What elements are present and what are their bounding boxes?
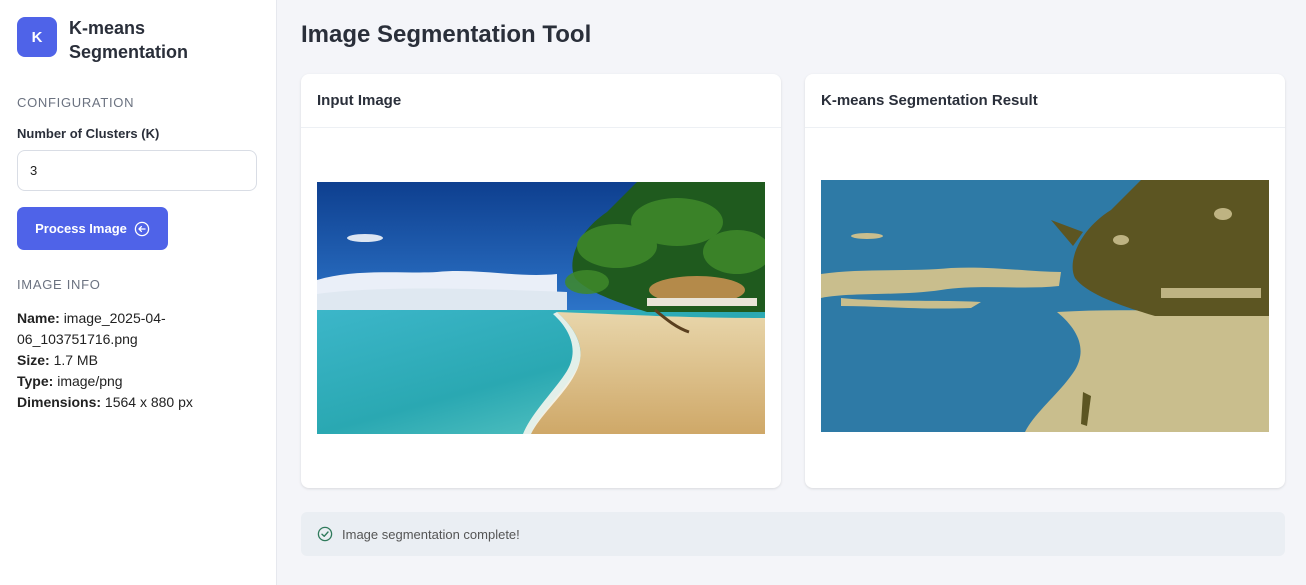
segmentation-result-card: K-means Segmentation Result (805, 74, 1285, 488)
input-image (317, 182, 765, 434)
clusters-input[interactable] (17, 150, 257, 191)
info-dimensions-label: Dimensions: (17, 394, 102, 410)
info-dimensions-row: Dimensions: 1564 x 880 px (17, 392, 257, 413)
status-message: Image segmentation complete! (301, 512, 1285, 556)
info-dimensions-value: 1564 x 880 px (104, 394, 193, 410)
check-circle-icon (317, 526, 333, 542)
arrow-left-circle-icon (134, 221, 150, 236)
info-size-label: Size: (17, 352, 50, 368)
brand-title: K-means Segmentation (69, 18, 189, 62)
image-info-heading: IMAGE INFO (17, 277, 101, 292)
process-button-label: Process Image (35, 221, 127, 236)
info-type-value: image/png (57, 373, 123, 389)
result-card-header: K-means Segmentation Result (805, 74, 1285, 128)
clusters-label: Number of Clusters (K) (17, 126, 160, 141)
info-name-row: Name: image_2025-04-06_103751716.png (17, 308, 257, 350)
input-card-header: Input Image (301, 74, 781, 128)
input-image-card: Input Image (301, 74, 781, 488)
process-image-button[interactable]: Process Image (17, 207, 168, 250)
configuration-heading: CONFIGURATION (17, 95, 135, 110)
info-name-label: Name: (17, 310, 60, 326)
sidebar: K K-means Segmentation CONFIGURATION Num… (0, 0, 277, 585)
info-size-value: 1.7 MB (53, 352, 98, 368)
status-text: Image segmentation complete! (342, 526, 520, 542)
info-type-row: Type: image/png (17, 371, 257, 392)
image-info: Name: image_2025-04-06_103751716.png Siz… (17, 308, 257, 413)
info-size-row: Size: 1.7 MB (17, 350, 257, 371)
info-type-label: Type: (17, 373, 54, 389)
page-title: Image Segmentation Tool (301, 21, 592, 48)
brand: K K-means Segmentation (17, 17, 209, 64)
segmentation-result-image (821, 180, 1269, 432)
logo-icon: K (17, 17, 57, 57)
